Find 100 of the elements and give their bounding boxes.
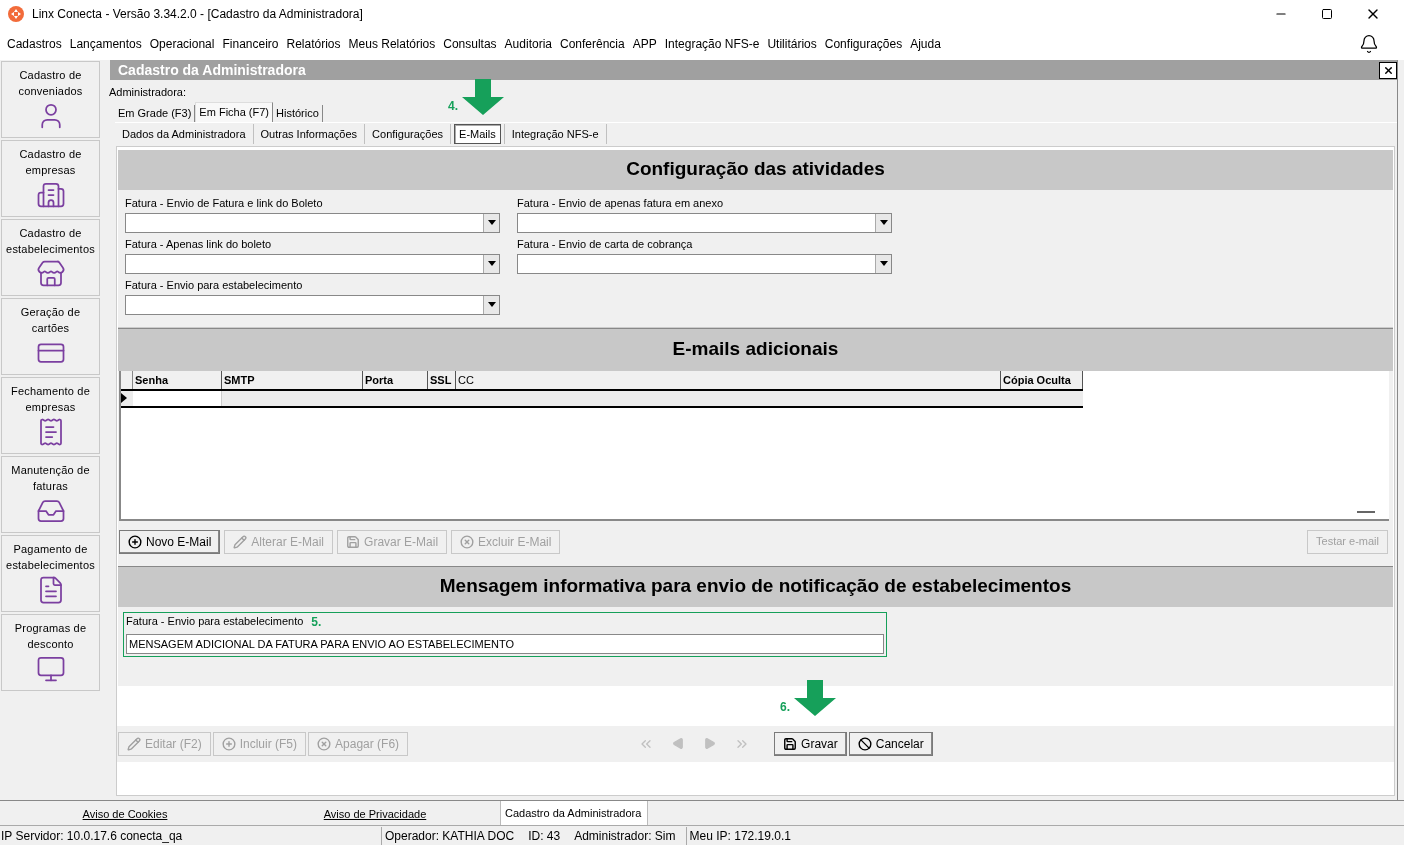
- footer-tab[interactable]: Cadastro da Administradora: [500, 801, 648, 825]
- sidebar-button[interactable]: Manutenção de faturas: [1, 456, 100, 533]
- arrow-down-icon: [794, 679, 837, 716]
- app-logo-icon: [8, 6, 24, 22]
- store-icon: [35, 259, 66, 289]
- menu-item[interactable]: APP: [628, 35, 661, 53]
- dropdown-label: Fatura - Envio de apenas fatura em anexo: [517, 195, 725, 210]
- maximize-icon: [1321, 8, 1333, 20]
- menu-item[interactable]: Ajuda: [906, 35, 945, 53]
- tab[interactable]: Dados da Administradora: [118, 124, 250, 144]
- menu-item[interactable]: Relatórios: [282, 35, 345, 53]
- window-title: Linx Conecta - Versão 3.34.2.0 - [Cadastro da Administradora]: [32, 6, 363, 23]
- menu-item[interactable]: Utilitários: [763, 35, 821, 53]
- section-title: Configuração das atividades: [626, 157, 885, 182]
- close-circle-icon: [460, 534, 475, 549]
- action-button[interactable]: Gravar: [774, 731, 847, 756]
- caret-icon: [487, 261, 496, 266]
- sidebar-label: Manutenção de faturas: [10, 463, 91, 494]
- step-number: 6.: [780, 698, 791, 716]
- menu-item[interactable]: Meus Relatórios: [344, 35, 440, 53]
- plus-icon: [128, 534, 142, 549]
- sidebar-label: Fechamento de empresas: [9, 384, 91, 415]
- caret-icon: [879, 220, 888, 225]
- status-text: IP Servidor: 10.0.17.6 conecta_qa: [0, 827, 184, 845]
- tab[interactable]: Configurações: [368, 124, 448, 144]
- status-text: Operador: KATHIA DOC: [381, 826, 515, 845]
- sidebar-button[interactable]: Programas de desconto: [1, 614, 100, 691]
- sidebar-label: Pagamento de estabelecimentos: [5, 542, 96, 573]
- menu-item[interactable]: Financeiro: [218, 35, 283, 53]
- menu-item[interactable]: Consultas: [439, 35, 501, 53]
- caret-icon: [487, 220, 496, 225]
- sidebar-button[interactable]: Cadastro de empresas: [1, 140, 100, 217]
- dropdown-arrow-button[interactable]: [875, 254, 891, 273]
- sidebar-label: Geração de cartões: [19, 305, 82, 336]
- menu-item[interactable]: Conferência: [556, 35, 629, 53]
- sidebar-label: Cadastro de empresas: [18, 147, 83, 178]
- step-number: 4.: [448, 98, 459, 115]
- tab[interactable]: Integração NFS-e: [507, 124, 603, 144]
- sidebar-button[interactable]: Pagamento de estabelecimentos: [1, 535, 100, 612]
- dropdown-arrow-button[interactable]: [875, 213, 891, 232]
- field-label: Administradora:: [109, 85, 188, 100]
- tab[interactable]: E-Mails: [454, 124, 501, 144]
- status-text: ID: 43: [527, 827, 561, 845]
- close-icon: [1382, 64, 1394, 76]
- message-field[interactable]: MENSAGEM ADICIONAL DA FATURA PARA ENVIO AO ESTABELECIMENTO: [126, 633, 884, 654]
- menu-item[interactable]: Operacional: [145, 35, 219, 53]
- tab[interactable]: Em Ficha (F7): [195, 101, 274, 122]
- section-title: Mensagem informativa para envio de notificação de estabelecimentos: [439, 574, 1072, 599]
- caret-icon: [879, 261, 888, 266]
- tab[interactable]: Em Grade (F3): [115, 104, 196, 122]
- sidebar-label: Cadastro de conveniados: [17, 68, 84, 99]
- save-icon: [346, 534, 361, 549]
- dropdown-arrow-button[interactable]: [483, 213, 499, 232]
- section-title: E-mails adicionais: [672, 337, 839, 362]
- caret-icon: [487, 302, 496, 307]
- sidebar-label: Cadastro de estabelecimentos: [5, 226, 96, 257]
- dropdown-label: Fatura - Envio de carta de cobrança: [517, 236, 694, 251]
- menu-item[interactable]: Integração NFS-e: [660, 35, 764, 53]
- tab[interactable]: Outras Informações: [256, 124, 362, 144]
- menu-item[interactable]: Lançamentos: [65, 35, 146, 53]
- sidebar-button[interactable]: Cadastro de estabelecimentos: [1, 219, 100, 296]
- arrow-down-icon: [462, 79, 505, 115]
- plus-icon: [221, 736, 236, 751]
- dropdown-arrow-button[interactable]: [483, 295, 499, 314]
- pencil-icon: [233, 534, 248, 549]
- column-header: SMTP: [222, 370, 363, 389]
- sidebar-button[interactable]: Geração de cartões: [1, 298, 100, 375]
- menu-item[interactable]: Configurações: [820, 35, 907, 53]
- column-header: Cópia Oculta: [1001, 370, 1083, 389]
- save-icon: [783, 736, 798, 751]
- status-text: Administrador: Sim: [573, 827, 676, 845]
- buildings-icon: [35, 180, 66, 210]
- notification-bell-icon[interactable]: [1359, 34, 1379, 54]
- dropdown-label: Fatura - Apenas link do boleto: [125, 236, 273, 251]
- cancel-icon: [857, 736, 872, 751]
- dropdown-arrow-button[interactable]: [483, 254, 499, 273]
- column-header: SSL: [428, 370, 456, 389]
- footer-link[interactable]: Aviso de Privacidade: [250, 803, 500, 825]
- tab[interactable]: Histórico: [273, 104, 323, 122]
- field-label: Fatura - Envio para estabelecimento: [126, 614, 304, 630]
- action-button[interactable]: Cancelar: [848, 731, 933, 756]
- form-title: Cadastro da Administradora: [118, 60, 306, 80]
- column-header: CC: [456, 370, 1001, 389]
- footer-link[interactable]: Aviso de Cookies: [0, 803, 250, 825]
- sidebar-button[interactable]: Cadastro de conveniados: [1, 61, 100, 138]
- sidebar-label: Programas de desconto: [13, 621, 88, 652]
- column-header: Senha: [133, 370, 222, 389]
- screen-icon: [35, 654, 66, 684]
- email-button[interactable]: Novo E-Mail: [119, 529, 221, 554]
- close-circle-icon: [317, 736, 332, 751]
- close-button[interactable]: [1379, 61, 1397, 79]
- sidebar-button[interactable]: Fechamento de empresas: [1, 377, 100, 454]
- column-header: Porta: [363, 370, 428, 389]
- menu-item[interactable]: Cadastros: [3, 35, 66, 53]
- menu-item[interactable]: Auditoria: [500, 35, 556, 53]
- dropdown-label: Fatura - Envio para estabelecimento: [125, 277, 304, 292]
- step-number: 5.: [311, 613, 322, 631]
- status-text: Meu IP: 172.19.0.1: [685, 826, 791, 845]
- dropdown-label: Fatura - Envio de Fatura e link do Boleto: [125, 195, 324, 210]
- pencil-icon: [127, 736, 141, 751]
